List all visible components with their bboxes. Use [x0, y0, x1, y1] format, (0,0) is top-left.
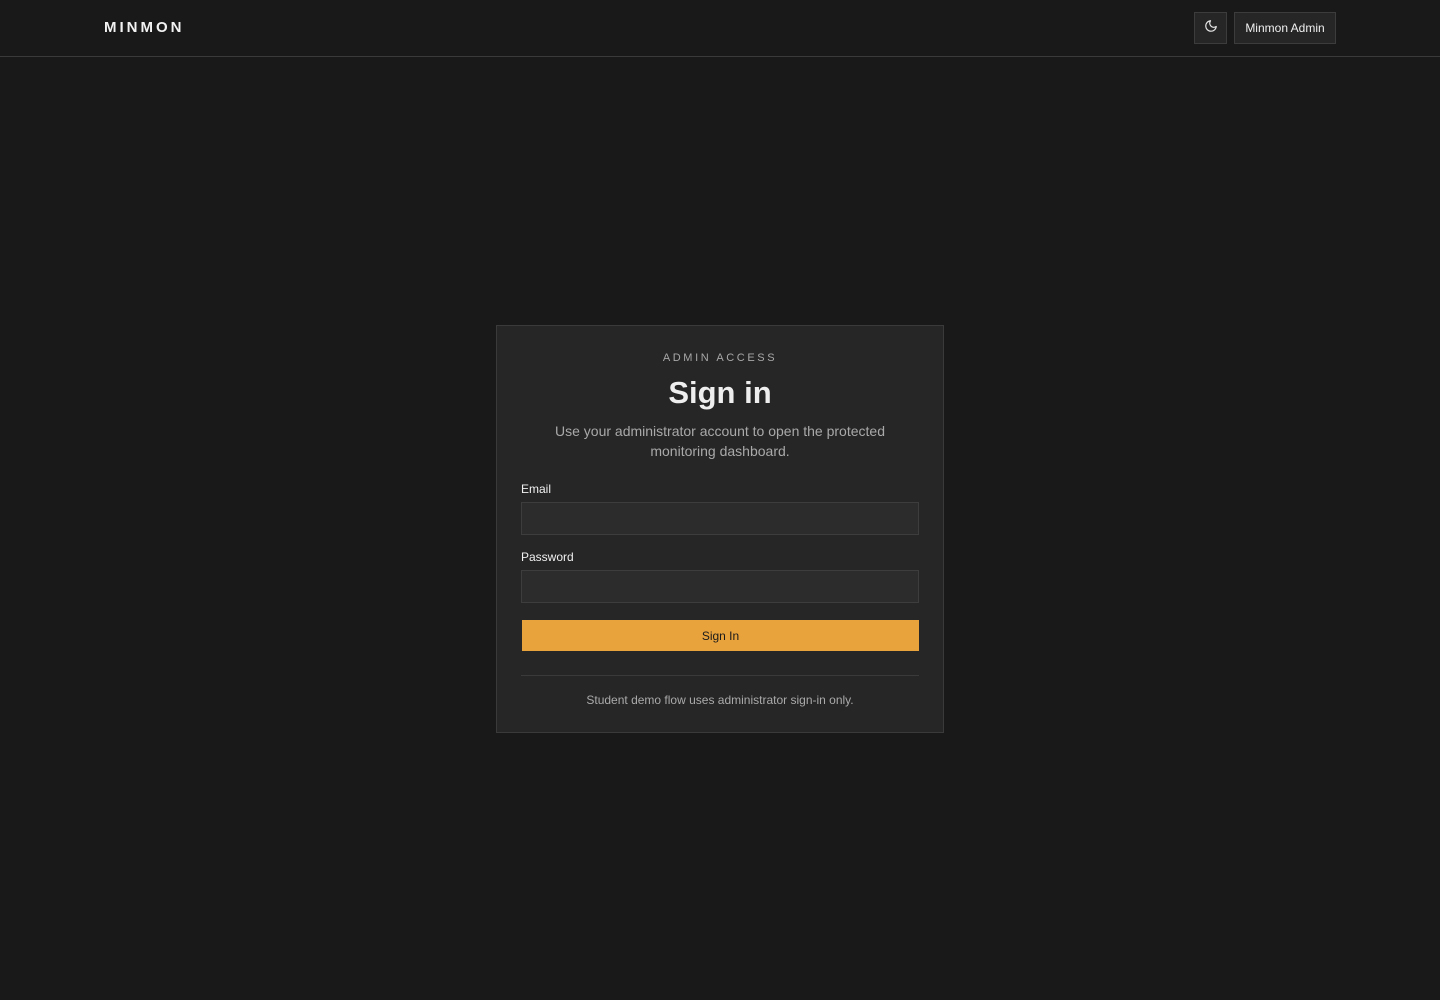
page-subtitle: Use your administrator account to open t… — [555, 423, 885, 459]
divider — [521, 675, 919, 676]
theme-toggle-button[interactable] — [1194, 12, 1227, 44]
password-field[interactable] — [521, 570, 919, 603]
moon-icon — [1204, 19, 1218, 38]
page-title: Sign in — [668, 375, 772, 410]
sign-in-card: ADMIN ACCESS Sign in Use your administra… — [496, 325, 944, 733]
password-label: Password — [521, 550, 574, 564]
email-field[interactable] — [521, 502, 919, 535]
user-menu-button[interactable]: Minmon Admin — [1234, 12, 1336, 44]
brand-logo[interactable]: MINMON — [104, 19, 185, 36]
email-label: Email — [521, 482, 552, 496]
section-eyebrow: ADMIN ACCESS — [662, 352, 778, 364]
sign-in-button[interactable]: Sign In — [522, 620, 919, 651]
footnote-text: Student demo flow uses administrator sig… — [586, 693, 854, 707]
top-nav-bar: MINMON Minmon Admin — [0, 0, 1440, 57]
